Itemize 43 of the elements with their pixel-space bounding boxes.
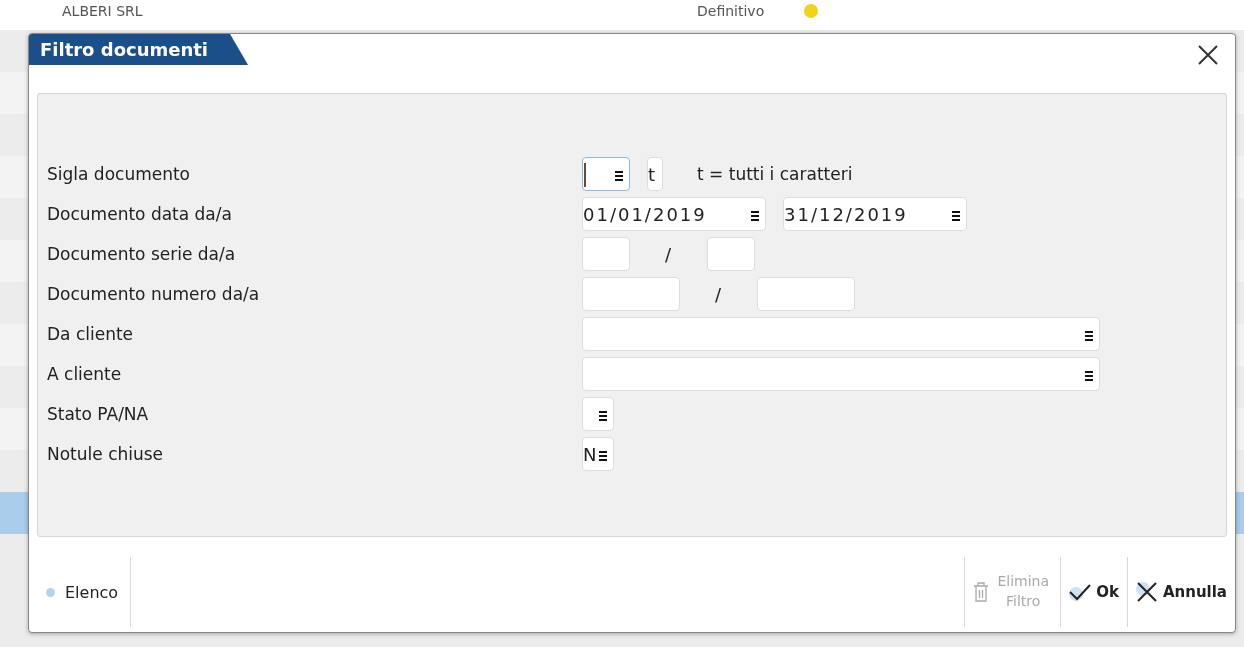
field-label: Documento numero da/a [47,284,261,304]
input-field[interactable] [582,317,1100,351]
list-icon[interactable] [615,170,623,181]
field-label: Documento data da/a [47,204,233,224]
field-label: Stato PA/NA [47,404,150,424]
field-label: Da cliente [47,324,135,344]
footer-button[interactable]: Ok [1060,557,1127,627]
list-icon[interactable] [599,410,607,421]
row-text: Definitivo [697,3,765,19]
footer-button[interactable]: Annulla [1126,557,1235,627]
trash-icon [973,582,990,602]
list-row[interactable]: ALBERI SRL Definitivo [0,0,1244,30]
list-button[interactable]: Elenco [29,557,132,627]
close-button[interactable] [1197,44,1219,66]
check-icon [1069,583,1092,601]
input-field[interactable]: N [582,437,614,471]
input-field[interactable] [582,277,680,311]
separator-text: / [665,243,672,265]
input-field[interactable] [757,277,856,311]
input-field[interactable] [582,397,614,431]
list-icon[interactable] [599,450,607,461]
field-label: Documento serie da/a [47,244,237,264]
field-label: Sigla documento [47,164,192,184]
input-field[interactable]: 01/01/2019 [582,197,766,231]
list-icon[interactable] [1085,370,1093,381]
field-label: A cliente [47,364,123,384]
dot-icon [46,587,55,597]
cancel-icon [1135,581,1158,603]
hint-text: t = tutti i caratteri [697,164,853,184]
input-field[interactable] [582,157,630,191]
input-field[interactable] [582,237,630,271]
dialog-title: Filtro documenti [29,34,249,65]
close-icon [1197,44,1219,66]
field-label: Notule chiuse [47,444,165,464]
list-icon[interactable] [751,210,759,221]
row-text: ALBERI SRL [62,3,144,19]
input-field[interactable]: t [647,157,663,191]
input-field[interactable]: 31/12/2019 [783,197,967,231]
separator-text: / [715,283,722,305]
input-field[interactable] [582,357,1100,391]
list-icon[interactable] [1085,330,1093,341]
input-field[interactable] [707,237,756,271]
list-icon[interactable] [952,210,960,221]
